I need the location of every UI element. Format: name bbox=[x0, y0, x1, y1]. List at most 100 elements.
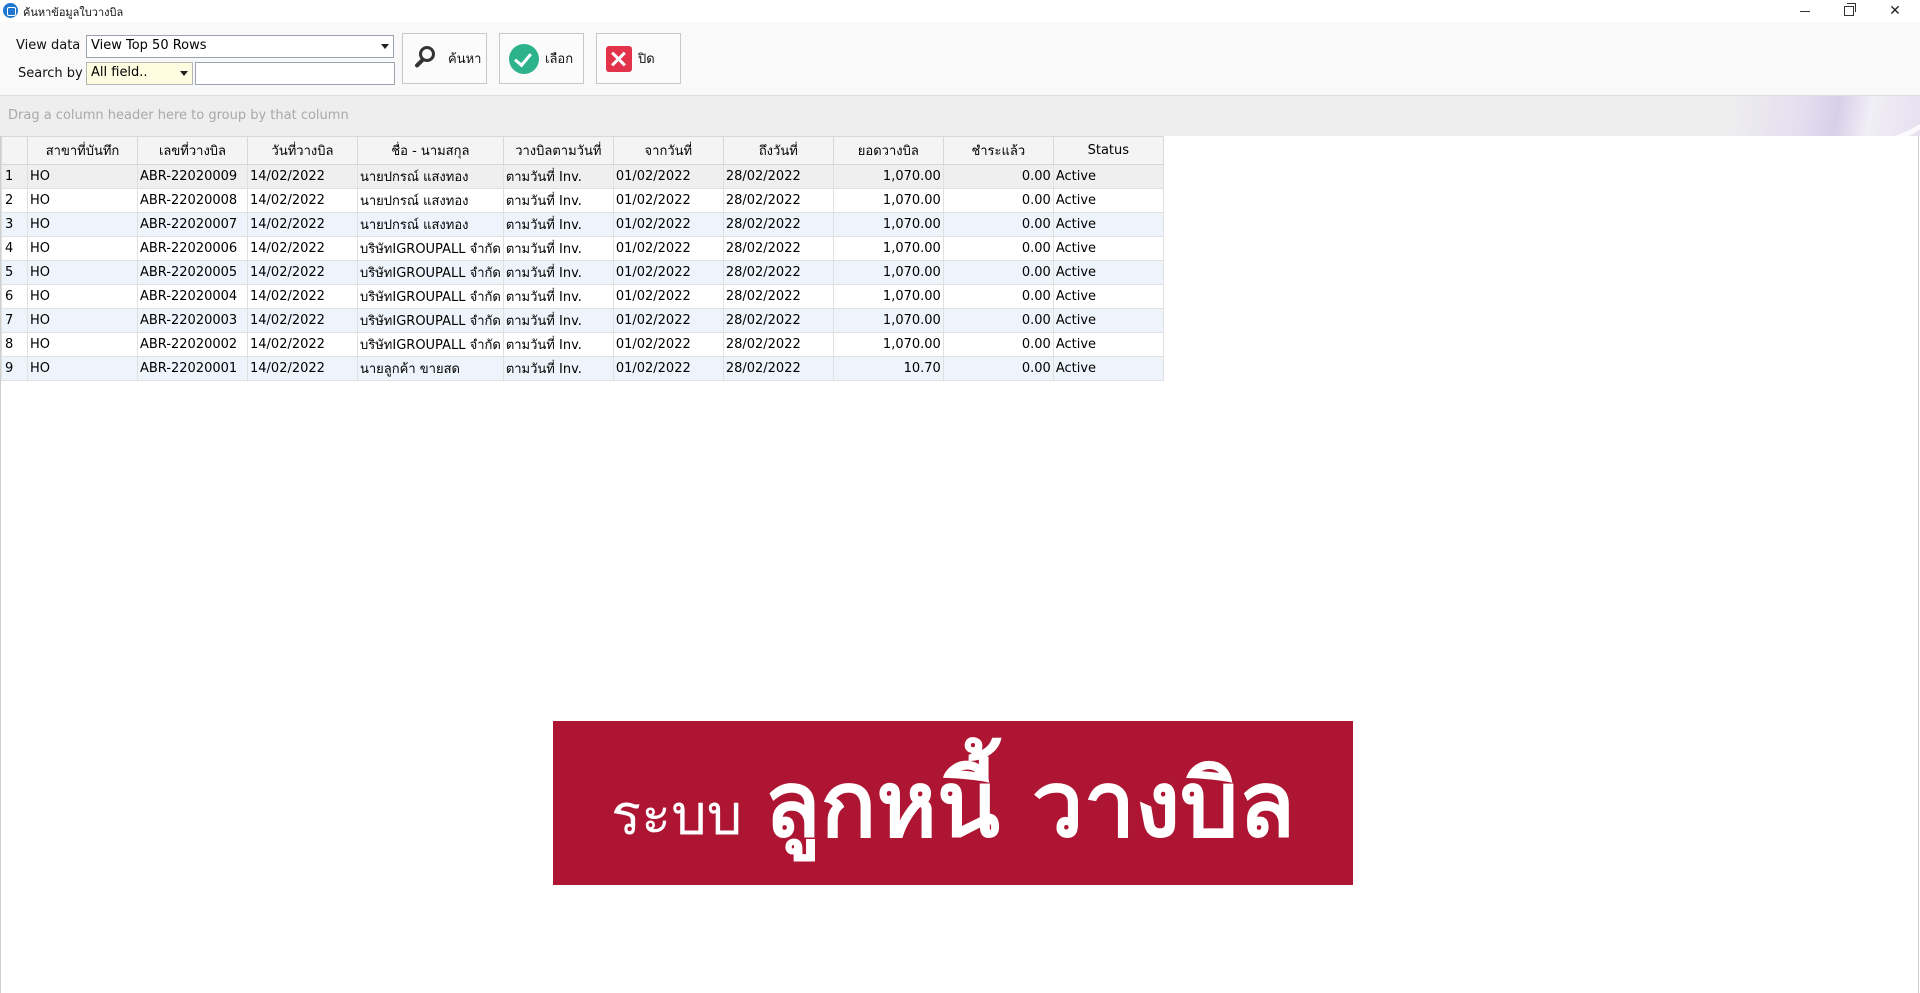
column-header[interactable]: วางบิลตามวันที่ bbox=[502, 136, 614, 165]
row-number-cell[interactable]: 7 bbox=[1, 308, 28, 333]
column-header[interactable] bbox=[1, 136, 28, 165]
table-cell[interactable]: บริษัทIGROUPALL จำกัด bbox=[357, 332, 504, 357]
table-cell[interactable]: HO bbox=[27, 212, 138, 237]
table-cell[interactable]: นายปกรณ์ แสงทอง bbox=[357, 212, 504, 237]
column-header[interactable]: ชื่อ - นามสกุล bbox=[357, 136, 504, 165]
row-number-cell[interactable]: 5 bbox=[1, 260, 28, 285]
column-header[interactable]: Status bbox=[1052, 136, 1164, 165]
column-header[interactable]: สาขาที่บันทึก bbox=[27, 136, 138, 165]
table-cell[interactable]: HO bbox=[27, 332, 138, 357]
table-cell[interactable]: 1,070.00 bbox=[832, 188, 944, 213]
group-by-panel[interactable]: Drag a column header here to group by th… bbox=[0, 96, 1920, 136]
table-cell[interactable]: Active bbox=[1052, 212, 1164, 237]
table-cell[interactable]: HO bbox=[27, 236, 138, 261]
table-cell[interactable]: บริษัทIGROUPALL จำกัด bbox=[357, 236, 504, 261]
table-cell[interactable]: Active bbox=[1052, 308, 1164, 333]
table-cell[interactable]: 01/02/2022 bbox=[612, 308, 724, 333]
table-cell[interactable]: 28/02/2022 bbox=[722, 284, 834, 309]
table-cell[interactable]: 1,070.00 bbox=[832, 260, 944, 285]
table-row[interactable]: 6 HO ABR-22020004 14/02/2022 บริษัทIGROUPALL… bbox=[1, 284, 1164, 309]
minimize-button[interactable] bbox=[1782, 0, 1828, 22]
row-number-cell[interactable]: 4 bbox=[1, 236, 28, 261]
table-cell[interactable]: 28/02/2022 bbox=[722, 188, 834, 213]
select-button[interactable]: เลือก bbox=[499, 33, 584, 84]
table-cell[interactable]: 14/02/2022 bbox=[247, 284, 358, 309]
table-cell[interactable]: HO bbox=[27, 188, 138, 213]
table-cell[interactable]: 28/02/2022 bbox=[722, 212, 834, 237]
table-cell[interactable]: ABR-22020008 bbox=[137, 188, 248, 213]
column-header[interactable]: ถึงวันที่ bbox=[722, 136, 834, 165]
table-row[interactable]: 5 HO ABR-22020005 14/02/2022 บริษัทIGROUPALL… bbox=[1, 260, 1164, 285]
table-cell[interactable]: Active bbox=[1052, 236, 1164, 261]
column-header[interactable]: ยอดวางบิล bbox=[832, 136, 944, 165]
table-cell[interactable]: HO bbox=[27, 164, 138, 189]
table-cell[interactable]: ABR-22020007 bbox=[137, 212, 248, 237]
table-cell[interactable]: 01/02/2022 bbox=[612, 236, 724, 261]
table-cell[interactable]: 01/02/2022 bbox=[612, 332, 724, 357]
table-cell[interactable]: 14/02/2022 bbox=[247, 164, 358, 189]
column-header[interactable]: วันที่วางบิล bbox=[247, 136, 358, 165]
table-cell[interactable]: 0.00 bbox=[942, 212, 1054, 237]
table-cell[interactable]: บริษัทIGROUPALL จำกัด bbox=[357, 284, 504, 309]
view-data-select[interactable]: View Top 50 Rows bbox=[86, 35, 394, 58]
table-cell[interactable]: 14/02/2022 bbox=[247, 332, 358, 357]
table-cell[interactable]: บริษัทIGROUPALL จำกัด bbox=[357, 308, 504, 333]
table-cell[interactable]: ABR-22020004 bbox=[137, 284, 248, 309]
table-cell[interactable]: 28/02/2022 bbox=[722, 356, 834, 381]
table-cell[interactable]: 14/02/2022 bbox=[247, 356, 358, 381]
search-field-select[interactable]: All field.. bbox=[86, 62, 193, 85]
table-cell[interactable]: ABR-22020003 bbox=[137, 308, 248, 333]
table-cell[interactable]: ตามวันที่ Inv. bbox=[502, 284, 614, 309]
row-number-cell[interactable]: 6 bbox=[1, 284, 28, 309]
table-cell[interactable]: ABR-22020005 bbox=[137, 260, 248, 285]
table-cell[interactable]: 28/02/2022 bbox=[722, 308, 834, 333]
close-button[interactable]: ปิด bbox=[596, 33, 681, 84]
table-cell[interactable]: ตามวันที่ Inv. bbox=[502, 236, 614, 261]
table-cell[interactable]: ตามวันที่ Inv. bbox=[502, 164, 614, 189]
table-cell[interactable]: HO bbox=[27, 308, 138, 333]
table-row[interactable]: 8 HO ABR-22020002 14/02/2022 บริษัทIGROUPALL… bbox=[1, 332, 1164, 357]
table-cell[interactable]: ABR-22020009 bbox=[137, 164, 248, 189]
table-cell[interactable]: Active bbox=[1052, 188, 1164, 213]
table-cell[interactable]: 14/02/2022 bbox=[247, 236, 358, 261]
table-cell[interactable]: 0.00 bbox=[942, 260, 1054, 285]
table-cell[interactable]: ตามวันที่ Inv. bbox=[502, 260, 614, 285]
table-cell[interactable]: 1,070.00 bbox=[832, 332, 944, 357]
table-cell[interactable]: 01/02/2022 bbox=[612, 212, 724, 237]
table-cell[interactable]: Active bbox=[1052, 284, 1164, 309]
column-header[interactable]: เลขที่วางบิล bbox=[137, 136, 248, 165]
table-cell[interactable]: 01/02/2022 bbox=[612, 356, 724, 381]
table-cell[interactable]: ตามวันที่ Inv. bbox=[502, 332, 614, 357]
table-cell[interactable]: ตามวันที่ Inv. bbox=[502, 308, 614, 333]
table-cell[interactable]: 0.00 bbox=[942, 308, 1054, 333]
table-cell[interactable]: HO bbox=[27, 260, 138, 285]
find-button[interactable]: ค้นหา bbox=[402, 33, 487, 84]
table-cell[interactable]: นายลูกค้า ขายสด bbox=[357, 356, 504, 381]
restore-button[interactable] bbox=[1826, 0, 1872, 22]
table-cell[interactable]: 0.00 bbox=[942, 332, 1054, 357]
table-cell[interactable]: 01/02/2022 bbox=[612, 260, 724, 285]
table-cell[interactable]: 0.00 bbox=[942, 284, 1054, 309]
table-cell[interactable]: 14/02/2022 bbox=[247, 188, 358, 213]
table-cell[interactable]: นายปกรณ์ แสงทอง bbox=[357, 188, 504, 213]
row-number-cell[interactable]: 8 bbox=[1, 332, 28, 357]
table-cell[interactable]: 28/02/2022 bbox=[722, 260, 834, 285]
table-cell[interactable]: 0.00 bbox=[942, 356, 1054, 381]
row-number-cell[interactable]: 2 bbox=[1, 188, 28, 213]
table-row[interactable]: 3 HO ABR-22020007 14/02/2022 นายปกรณ์ แสงทอง… bbox=[1, 212, 1164, 237]
table-row[interactable]: 1 HO ABR-22020009 14/02/2022 นายปกรณ์ แสงทอง… bbox=[1, 164, 1164, 189]
row-number-cell[interactable]: 9 bbox=[1, 356, 28, 381]
table-cell[interactable]: 01/02/2022 bbox=[612, 164, 724, 189]
table-cell[interactable]: ตามวันที่ Inv. bbox=[502, 188, 614, 213]
table-cell[interactable]: 1,070.00 bbox=[832, 212, 944, 237]
table-cell[interactable]: 1,070.00 bbox=[832, 236, 944, 261]
table-cell[interactable]: ตามวันที่ Inv. bbox=[502, 356, 614, 381]
row-number-cell[interactable]: 1 bbox=[1, 164, 28, 189]
table-row[interactable]: 4 HO ABR-22020006 14/02/2022 บริษัทIGROUPALL… bbox=[1, 236, 1164, 261]
table-cell[interactable]: 1,070.00 bbox=[832, 308, 944, 333]
table-cell[interactable]: 1,070.00 bbox=[832, 284, 944, 309]
table-cell[interactable]: ABR-22020006 bbox=[137, 236, 248, 261]
table-cell[interactable]: 01/02/2022 bbox=[612, 188, 724, 213]
table-cell[interactable]: 28/02/2022 bbox=[722, 332, 834, 357]
column-header[interactable]: จากวันที่ bbox=[612, 136, 724, 165]
